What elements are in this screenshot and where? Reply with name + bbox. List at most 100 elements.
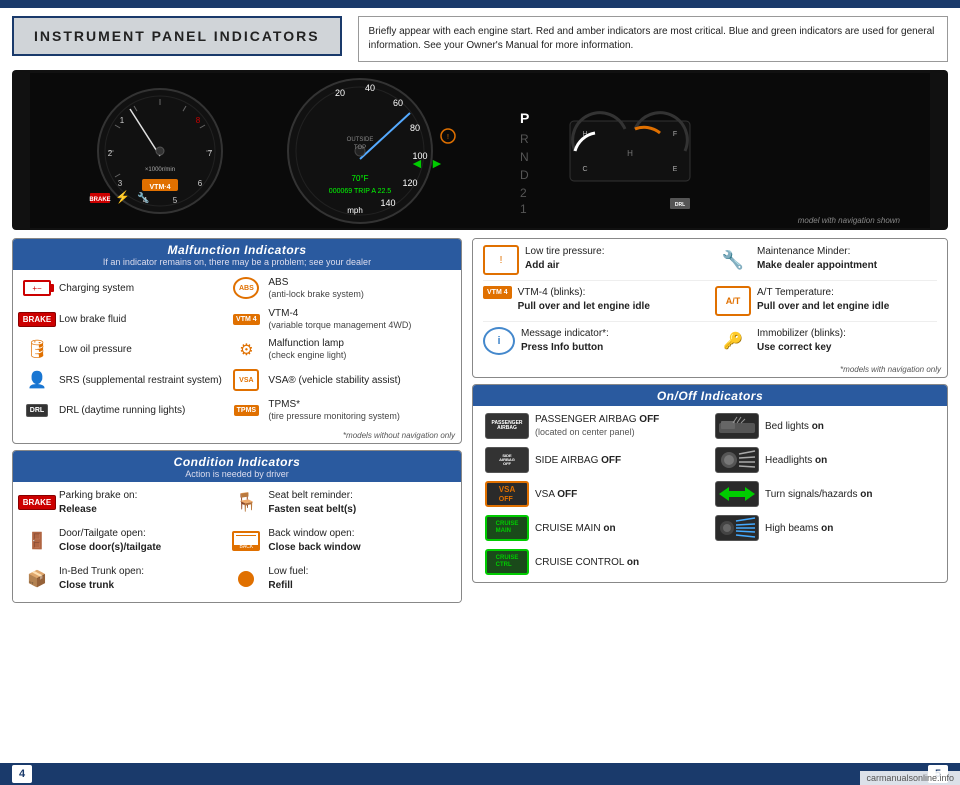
condition-back-window: BACK Back window open: Close back window [230, 524, 437, 560]
headlights-icon [715, 447, 759, 473]
watermark: carmanualsonline.info [860, 771, 960, 785]
svg-text:model with navigation shown: model with navigation shown [798, 216, 901, 225]
passenger-airbag-icon: PASSENGER AIRBAG [485, 413, 529, 439]
headlights-text: Headlights on [765, 454, 827, 467]
right-item-temp: A/T A/T Temperature: Pull over and let e… [715, 286, 937, 316]
svg-text:80: 80 [410, 123, 420, 133]
cruise-main-icon: CRUISEMAIN [485, 515, 529, 541]
wrench-icon: 🔧 [715, 245, 751, 275]
brake-icon: BRAKE [21, 307, 53, 331]
parking-brake-text: Parking brake on: Release [59, 489, 137, 517]
bed-lights-icon [715, 413, 759, 439]
drl-label: DRL (daytime running lights) [59, 404, 185, 417]
tpms-label: TPMS* (tire pressure monitoring system) [268, 398, 400, 423]
onoff-title: On/Off Indicators [481, 389, 939, 403]
condition-subtitle: Action is needed by driver [21, 469, 453, 479]
right-column: ! Low tire pressure: Add air 🔧 [472, 238, 948, 759]
dashboard-svg: 1 2 3 4 5 6 7 8 ×1000r/min VTM·4 [30, 73, 930, 228]
passenger-airbag-text: PASSENGER AIRBAG OFF (located on center … [535, 413, 659, 439]
right-footnote: *models with navigation only [473, 363, 947, 377]
oil-label: Low oil pressure [59, 343, 132, 356]
svg-text:7: 7 [208, 149, 213, 158]
onoff-section: On/Off Indicators PASSENGER AIRBAG PASSE… [472, 384, 948, 583]
svg-text:1: 1 [120, 116, 125, 125]
seatbelt-icon: 🪑 [230, 489, 262, 517]
temp-icon: A/T [715, 286, 751, 316]
onoff-cruise-main: CRUISEMAIN CRUISE MAIN on [481, 512, 709, 544]
condition-header: Condition Indicators Action is needed by… [13, 451, 461, 482]
right-indicators-section: ! Low tire pressure: Add air 🔧 [472, 238, 948, 378]
high-beams-text: High beams on [765, 522, 833, 535]
description-text: Briefly appear with each engine start. R… [369, 26, 935, 51]
svg-text:×1000r/min: ×1000r/min [145, 167, 175, 173]
onoff-vsa: VSAOFF VSA OFF [481, 478, 709, 510]
back-window-text: Back window open: Close back window [268, 527, 360, 555]
title-box: INSTRUMENT PANEL INDICATORS [12, 16, 342, 56]
right-row-3: i Message indicator*: Press Info button … [483, 327, 937, 357]
onoff-turn-signals: Turn signals/hazards on [711, 478, 939, 510]
condition-parking-brake: BRAKE Parking brake on: Release [21, 486, 228, 522]
indicator-vsa: VSA VSA® (vehicle stability assist) [230, 366, 437, 394]
svg-text:70°F: 70°F [352, 174, 369, 183]
svg-text:R: R [520, 132, 529, 146]
onoff-content: PASSENGER AIRBAG PASSENGER AIRBAG OFF (l… [473, 406, 947, 582]
right-item-vtm4: VTM 4 VTM-4 (blinks): Pull over and let … [483, 286, 705, 316]
malfunction-title: Malfunction Indicators [21, 243, 453, 257]
right-item-immob: 🔑 Immobilizer (blinks): Use correct key [715, 327, 937, 355]
dashboard-area: 1 2 3 4 5 6 7 8 ×1000r/min VTM·4 [12, 70, 948, 230]
page-title: INSTRUMENT PANEL INDICATORS [34, 28, 320, 44]
info-icon: i [483, 327, 515, 355]
onoff-bed-lights: Bed lights on [711, 410, 939, 442]
svg-text:P: P [520, 110, 529, 126]
cruise-control-text: CRUISE CONTROL on [535, 556, 639, 569]
vsa-off-icon: VSAOFF [485, 481, 529, 507]
condition-fuel: Low fuel: Refill [230, 562, 437, 598]
malfunction-content: +− Charging system ABS ABS [13, 270, 461, 429]
vsa-text: VSA OFF [535, 488, 577, 501]
condition-door: 🚪 Door/Tailgate open: Close door(s)/tail… [21, 524, 228, 560]
page: INSTRUMENT PANEL INDICATORS Briefly appe… [0, 0, 960, 785]
door-text: Door/Tailgate open: Close door(s)/tailga… [59, 527, 161, 555]
door-icon: 🚪 [21, 527, 53, 555]
svg-text:!: ! [447, 134, 449, 141]
svg-text:►: ► [430, 155, 444, 171]
indicator-charging: +− Charging system [21, 274, 228, 303]
svg-text:mph: mph [347, 206, 363, 215]
vtm4-label: VTM-4 (variable torque management 4WD) [268, 307, 411, 332]
srs-label: SRS (supplemental restraint system) [59, 374, 222, 387]
immob-text: Immobilizer (blinks): Use correct key [757, 327, 846, 355]
charging-icon: +− [21, 276, 53, 300]
vtm4-text: VTM-4 (blinks): Pull over and let engine… [518, 286, 650, 314]
tpms-icon: TPMS [230, 398, 262, 422]
abs-label: ABS (anti-lock brake system) [268, 276, 364, 301]
turn-signals-text: Turn signals/hazards on [765, 488, 872, 501]
header-area: INSTRUMENT PANEL INDICATORS Briefly appe… [0, 8, 960, 66]
svg-text:E: E [673, 166, 678, 173]
onoff-side-airbag: SIDE AIRBAG OFF SIDE AIRBAG OFF [481, 444, 709, 476]
svg-text:2: 2 [108, 149, 113, 158]
svg-text:3: 3 [118, 179, 123, 188]
tire-text: Low tire pressure: Add air [525, 245, 604, 273]
fuel-text: Low fuel: Refill [268, 565, 308, 593]
right-indicators-content: ! Low tire pressure: Add air 🔧 [473, 239, 947, 363]
seatbelt-text: Seat belt reminder: Fasten seat belt(s) [268, 489, 356, 517]
svg-text:OUTSIDE: OUTSIDE [347, 137, 374, 143]
right-item-tire: ! Low tire pressure: Add air [483, 245, 705, 275]
page-num-left: 4 [12, 765, 32, 783]
indicator-brake: BRAKE Low brake fluid [21, 305, 228, 334]
svg-text:140: 140 [380, 198, 395, 208]
svg-text:1: 1 [520, 202, 527, 216]
malfunction-footnote: *models without navigation only [13, 429, 461, 443]
high-beams-icon [715, 515, 759, 541]
svg-text:5: 5 [173, 196, 178, 205]
back-window-icon: BACK [230, 527, 262, 555]
vtm4-badge-icon: VTM 4 [483, 286, 512, 299]
cruise-control-icon: CRUISECTRL [485, 549, 529, 575]
bottom-bar: 4 5 [0, 763, 960, 785]
onoff-cruise-control: CRUISECTRL CRUISE CONTROL on [481, 546, 939, 578]
indicator-oil: 🛢 Low oil pressure [21, 335, 228, 364]
right-item-message: i Message indicator*: Press Info button [483, 327, 705, 355]
oil-icon: 🛢 [21, 338, 53, 362]
malfunction-header: Malfunction Indicators If an indicator r… [13, 239, 461, 270]
onoff-header: On/Off Indicators [473, 385, 947, 406]
